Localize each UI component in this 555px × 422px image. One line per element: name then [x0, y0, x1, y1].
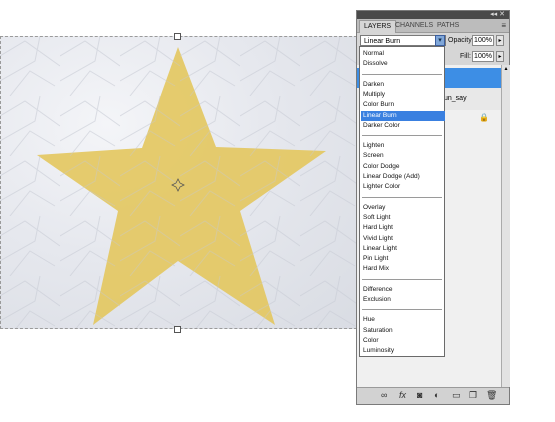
blend-option-color[interactable]: Color	[361, 336, 445, 346]
folder-icon[interactable]: ▭	[452, 390, 461, 401]
blend-option-dissolve[interactable]: Dissolve	[361, 59, 445, 69]
blend-option-normal[interactable]: Normal	[361, 49, 445, 59]
blend-option-linear-dodge-add[interactable]: Linear Dodge (Add)	[361, 172, 445, 182]
dropdown-separator	[362, 135, 442, 137]
new-layer-icon[interactable]: ❐	[469, 390, 477, 401]
fill-label: Fill:	[460, 53, 471, 60]
panel-menu-icon[interactable]: ≡	[501, 19, 506, 32]
blend-option-hard-mix[interactable]: Hard Mix	[361, 264, 445, 274]
blend-option-color-dodge[interactable]: Color Dodge	[361, 162, 445, 172]
blend-option-soft-light[interactable]: Soft Light	[361, 213, 445, 223]
blend-option-overlay[interactable]: Overlay	[361, 203, 445, 213]
panel-tabs: LAYERS CHANNELS PATHS ≡	[357, 19, 509, 33]
opacity-input[interactable]: 100%	[472, 35, 494, 46]
blend-option-pin-light[interactable]: Pin Light	[361, 254, 445, 264]
blend-option-multiply[interactable]: Multiply	[361, 90, 445, 100]
trash-icon[interactable]: 🗑	[486, 390, 497, 401]
document-canvas[interactable]	[0, 36, 357, 329]
dropdown-separator	[362, 196, 442, 198]
tab-channels[interactable]: CHANNELS	[391, 20, 437, 32]
opacity-label: Opacity:	[448, 37, 474, 44]
layers-scrollbar[interactable]: ▴	[501, 65, 510, 387]
blend-option-luminosity[interactable]: Luminosity	[361, 346, 445, 356]
blend-mode-select[interactable]: Linear Burn	[360, 35, 446, 46]
blend-option-darken[interactable]: Darken	[361, 80, 445, 90]
blend-option-screen[interactable]: Screen	[361, 151, 445, 161]
star-shape	[0, 36, 357, 329]
transform-handle-bottom[interactable]	[174, 326, 181, 333]
fill-slider-arrow-icon[interactable]: ▸	[496, 51, 504, 62]
layers-bottom-toolbar: ∞ fx ◙ ◐ ▭ ❐ 🗑	[357, 387, 509, 404]
adjustment-icon[interactable]: ◐	[434, 390, 439, 401]
blend-option-exclusion[interactable]: Exclusion	[361, 295, 445, 305]
dropdown-separator	[362, 278, 442, 280]
blend-option-vivid-light[interactable]: Vivid Light	[361, 234, 445, 244]
blend-option-hard-light[interactable]: Hard Light	[361, 223, 445, 233]
blend-option-linear-light[interactable]: Linear Light	[361, 244, 445, 254]
blend-option-difference[interactable]: Difference	[361, 285, 445, 295]
transform-handle-top[interactable]	[174, 33, 181, 40]
mask-icon[interactable]: ◙	[417, 390, 422, 401]
opacity-slider-arrow-icon[interactable]: ▸	[496, 35, 504, 46]
blend-option-darker-color[interactable]: Darker Color	[361, 121, 445, 131]
blend-option-linear-burn[interactable]: Linear Burn	[361, 110, 445, 121]
scroll-up-icon[interactable]: ▴	[502, 65, 510, 73]
blend-option-hue[interactable]: Hue	[361, 315, 445, 325]
fill-input[interactable]: 100%	[472, 51, 494, 62]
tab-paths[interactable]: PATHS	[433, 20, 463, 32]
blend-option-color-burn[interactable]: Color Burn	[361, 100, 445, 110]
lock-icon: 🔒	[479, 113, 489, 122]
blend-option-lighten[interactable]: Lighten	[361, 141, 445, 151]
dropdown-separator	[362, 73, 442, 75]
blend-option-saturation[interactable]: Saturation	[361, 326, 445, 336]
link-icon[interactable]: ∞	[381, 390, 387, 401]
layer-name: un_say	[444, 95, 467, 102]
panel-window-controls[interactable]: ◂◂ ✕	[490, 11, 505, 19]
blend-mode-dropdown: Normal Dissolve Darken Multiply Color Burn Li…	[359, 46, 445, 357]
dropdown-separator	[362, 309, 442, 311]
fx-icon[interactable]: fx	[399, 390, 406, 401]
panel-title-bar[interactable]: ◂◂ ✕	[357, 11, 509, 19]
chevron-down-icon[interactable]: ▾	[435, 35, 445, 46]
blend-option-lighter-color[interactable]: Lighter Color	[361, 182, 445, 192]
